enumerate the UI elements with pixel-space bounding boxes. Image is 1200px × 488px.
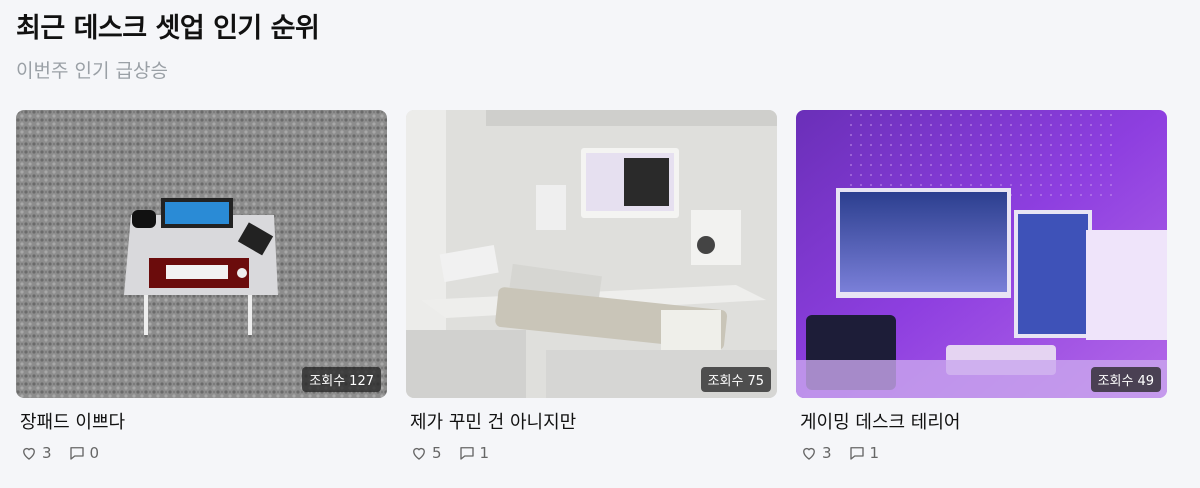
comment-count: 1: [869, 444, 880, 462]
section-subtitle: 이번주 인기 급상승: [16, 60, 168, 82]
desk-photo-image: [796, 110, 1167, 398]
card-stats: 3 0: [20, 444, 387, 462]
setup-title[interactable]: 게이밍 데스크 테리어: [800, 408, 1167, 434]
desk-photo-image: [406, 110, 777, 398]
comment-count: 0: [89, 444, 100, 462]
setup-card[interactable]: 조회수 75 제가 꾸민 건 아니지만 5 1: [406, 110, 777, 462]
setup-thumbnail[interactable]: 조회수 49: [796, 110, 1167, 398]
speech-bubble-icon: [69, 447, 84, 460]
speech-bubble-icon: [849, 447, 864, 460]
view-count-badge: 조회수 127: [302, 367, 381, 392]
view-count-label: 조회수: [707, 374, 744, 389]
desk-photo-image: [16, 110, 387, 398]
like-button[interactable]: 3: [20, 444, 52, 462]
view-count-label: 조회수: [309, 374, 346, 389]
view-count: 75: [747, 374, 764, 389]
setup-card[interactable]: 조회수 49 게이밍 데스크 테리어 3 1: [796, 110, 1167, 462]
ranking-section: 최근 데스크 셋업 인기 순위 이번주 인기 급상승 조회수 127 장패드 이…: [0, 0, 1200, 488]
like-button[interactable]: 5: [410, 444, 442, 462]
like-count: 3: [42, 444, 52, 462]
view-count-badge: 조회수 49: [1090, 367, 1161, 392]
card-stats: 3 1: [800, 444, 1167, 462]
setup-thumbnail[interactable]: 조회수 75: [406, 110, 777, 398]
comment-button[interactable]: 1: [848, 444, 880, 462]
heart-outline-icon: [413, 447, 425, 460]
comment-button[interactable]: 0: [68, 444, 100, 462]
card-stats: 5 1: [410, 444, 777, 462]
section-title: 최근 데스크 셋업 인기 순위: [16, 13, 320, 44]
like-count: 3: [822, 444, 832, 462]
setup-title[interactable]: 제가 꾸민 건 아니지만: [410, 408, 777, 434]
like-button[interactable]: 3: [800, 444, 832, 462]
setup-card[interactable]: 조회수 127 장패드 이쁘다 3 0: [16, 110, 387, 462]
setup-title[interactable]: 장패드 이쁘다: [20, 408, 387, 434]
view-count: 127: [349, 374, 374, 389]
comment-button[interactable]: 1: [458, 444, 490, 462]
comment-count: 1: [479, 444, 490, 462]
setup-thumbnail[interactable]: 조회수 127: [16, 110, 387, 398]
heart-outline-icon: [23, 447, 35, 460]
view-count-label: 조회수: [1097, 374, 1134, 389]
view-count: 49: [1137, 374, 1154, 389]
like-count: 5: [432, 444, 442, 462]
view-count-badge: 조회수 75: [700, 367, 771, 392]
heart-outline-icon: [803, 447, 815, 460]
speech-bubble-icon: [459, 447, 474, 460]
